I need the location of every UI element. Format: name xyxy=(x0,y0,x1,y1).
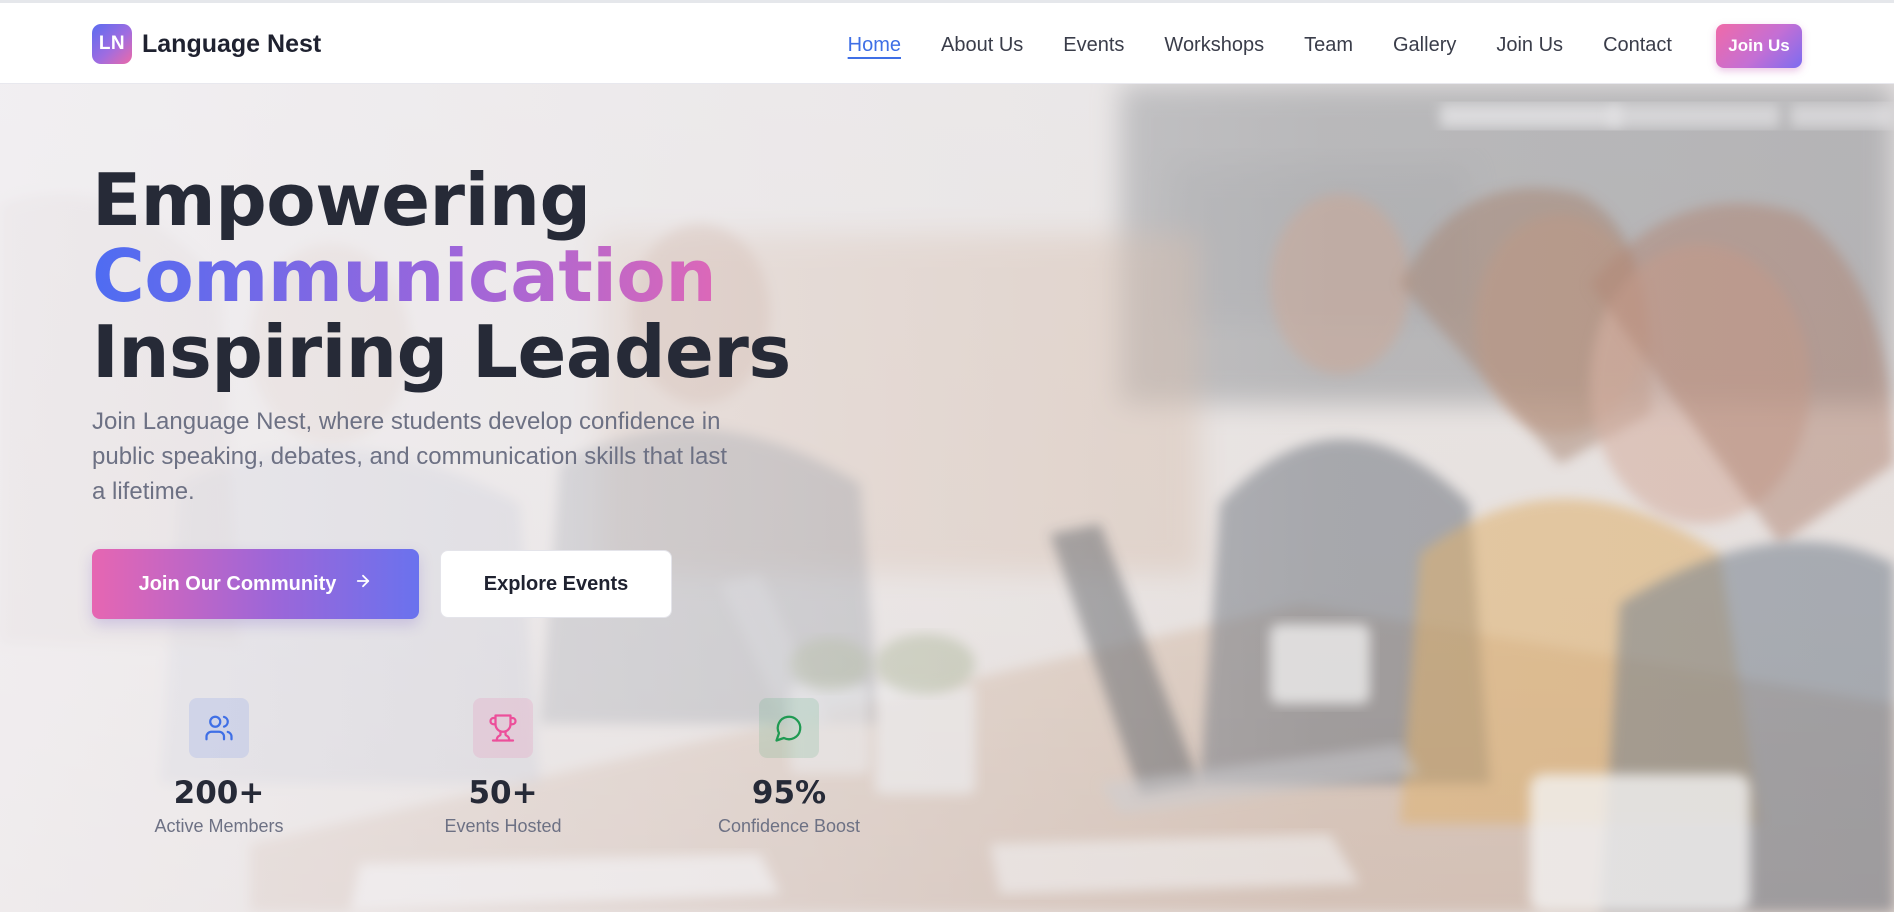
nav-link-join-us[interactable]: Join Us xyxy=(1496,34,1563,57)
trophy-icon xyxy=(473,698,533,758)
navbar: LN Language Nest Home About Us Events Wo… xyxy=(0,0,1894,84)
join-our-community-button[interactable]: Join Our Community xyxy=(92,549,419,619)
hero-section: Empowering Communication Inspiring Leade… xyxy=(0,84,1894,912)
users-icon xyxy=(189,698,249,758)
join-our-community-label: Join Our Community xyxy=(138,572,337,595)
hero-title: Empowering Communication Inspiring Leade… xyxy=(92,162,791,390)
brand-name: Language Nest xyxy=(142,29,322,58)
hero-title-line-3: Inspiring Leaders xyxy=(92,310,791,394)
stat-label: Active Members xyxy=(154,816,284,836)
arrow-right-icon xyxy=(354,572,372,596)
stat-value: 50+ xyxy=(468,775,538,811)
hero-subtitle: Join Language Nest, where students devel… xyxy=(92,408,728,505)
brand-logo: LN xyxy=(92,24,132,64)
stat-value: 200+ xyxy=(173,775,265,811)
stat-value: 95% xyxy=(751,775,827,811)
brand[interactable]: LN Language Nest xyxy=(92,24,321,64)
explore-events-button[interactable]: Explore Events xyxy=(440,550,672,618)
nav-join-us-button[interactable]: Join Us xyxy=(1716,24,1802,68)
stat-label: Confidence Boost xyxy=(717,816,861,836)
nav-link-team[interactable]: Team xyxy=(1304,34,1353,57)
chat-bubble-icon xyxy=(759,698,819,758)
nav-links: Home About Us Events Workshops Team Gall… xyxy=(848,3,1672,87)
stat-confidence-boost: 95% Confidence Boost xyxy=(694,698,884,837)
nav-link-home[interactable]: Home xyxy=(848,34,901,57)
nav-link-gallery[interactable]: Gallery xyxy=(1393,34,1456,57)
stat-active-members: 200+ Active Members xyxy=(124,698,314,837)
nav-link-events[interactable]: Events xyxy=(1063,34,1124,57)
stat-label: Events Hosted xyxy=(444,816,562,836)
hero-title-highlight: Communication xyxy=(92,238,791,314)
stat-events-hosted: 50+ Events Hosted xyxy=(408,698,598,837)
hero-title-line-1: Empowering xyxy=(92,158,591,242)
nav-link-workshops[interactable]: Workshops xyxy=(1164,34,1264,57)
nav-link-about-us[interactable]: About Us xyxy=(941,34,1023,57)
nav-link-contact[interactable]: Contact xyxy=(1603,34,1672,57)
